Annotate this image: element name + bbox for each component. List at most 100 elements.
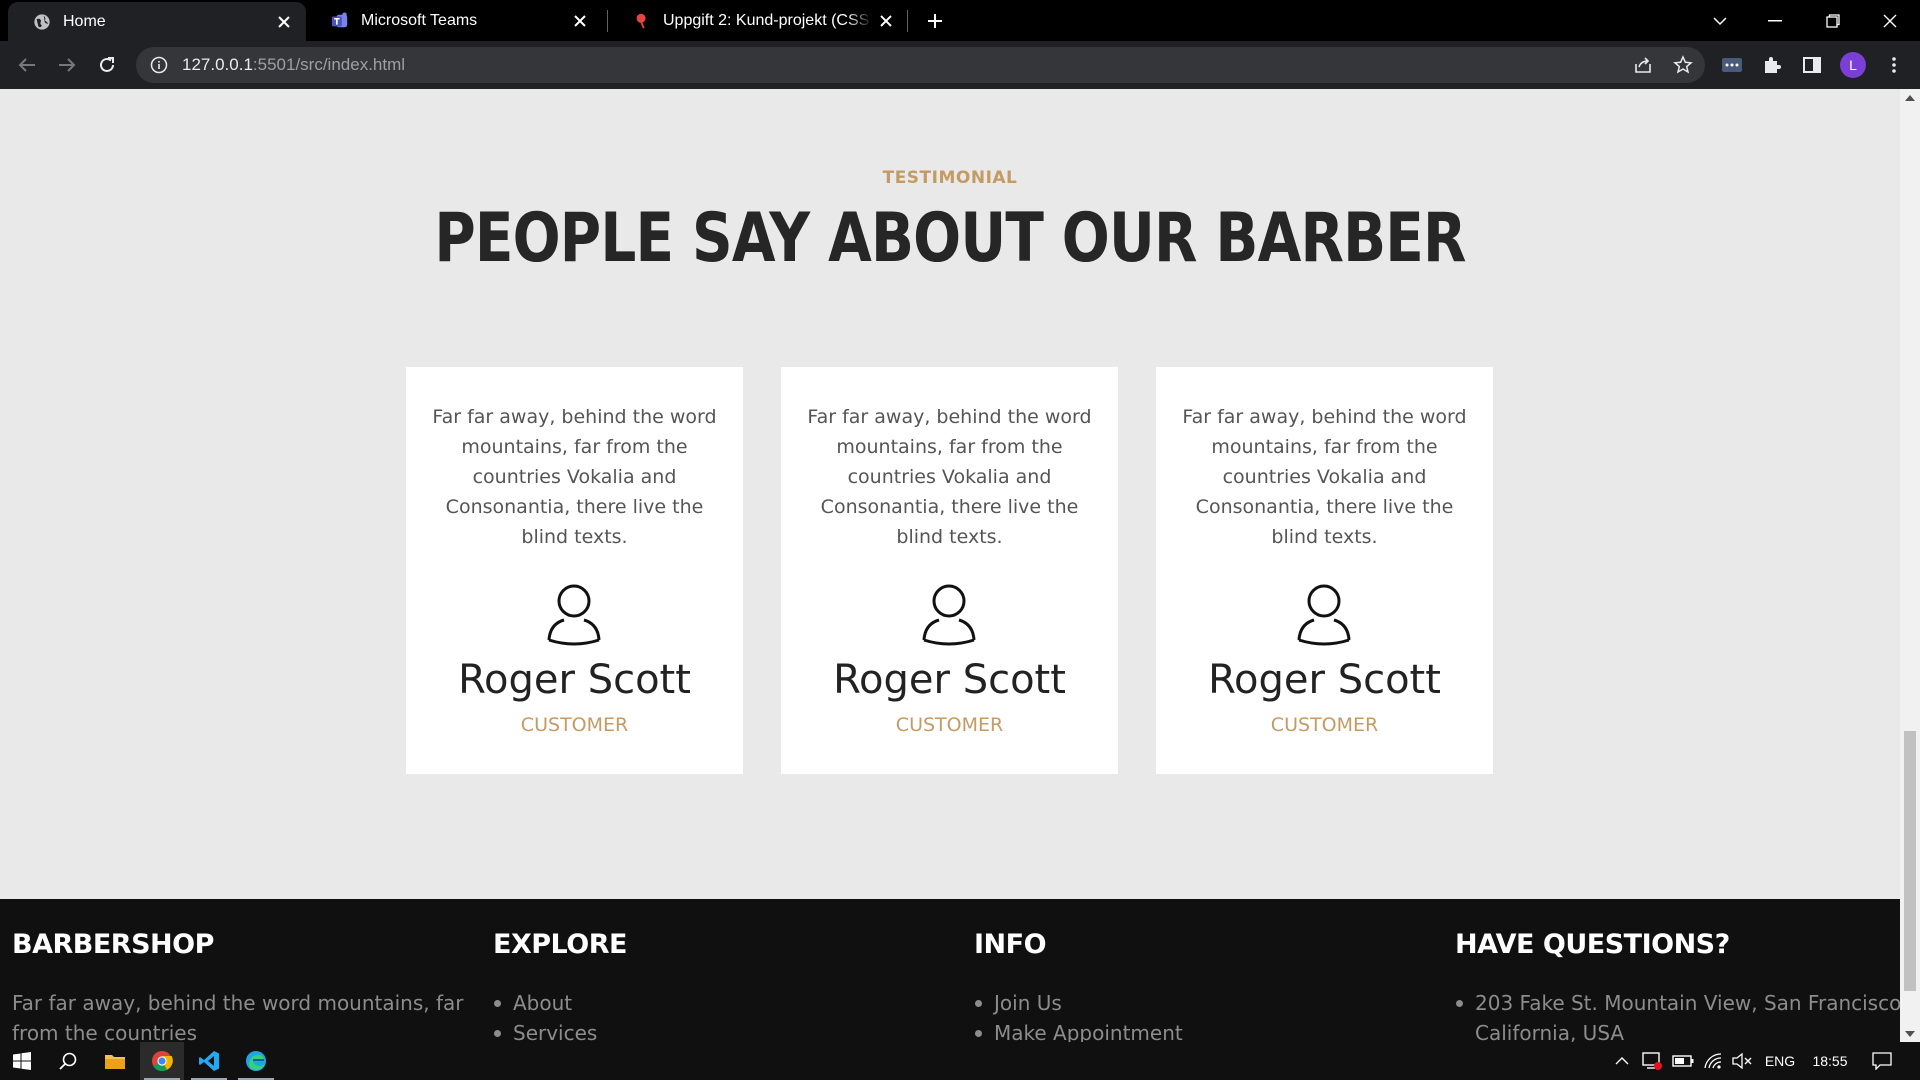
footer-link-about[interactable]: About	[493, 988, 953, 1018]
tab-home[interactable]: Home	[8, 2, 306, 41]
testimonial-card: Far far away, behind the word mountains,…	[406, 367, 743, 774]
star-icon	[1673, 55, 1693, 74]
wifi-icon	[1704, 1053, 1722, 1069]
security-alert-icon	[1642, 1052, 1662, 1070]
side-panel-icon	[1803, 57, 1821, 73]
chrome-taskbar-button[interactable]	[140, 1042, 184, 1080]
chrome-icon	[152, 1051, 173, 1072]
pin-icon	[636, 13, 646, 29]
notifications-button[interactable]	[1862, 1042, 1902, 1080]
edge-taskbar-button[interactable]	[234, 1042, 278, 1080]
footer-link-join-us[interactable]: Join Us	[974, 988, 1434, 1018]
url-path: :5501/src/index.html	[252, 55, 406, 74]
clock[interactable]: 18:55	[1805, 1042, 1855, 1080]
footer-explore-list: About Services	[493, 988, 953, 1042]
network-tray-button[interactable]	[1700, 1042, 1726, 1080]
show-hidden-icons-button[interactable]	[1609, 1042, 1635, 1080]
testimonial-role: CUSTOMER	[1270, 714, 1379, 736]
tab-title: Uppgift 2: Kund-projekt (CSS) | Fl	[663, 11, 872, 29]
vscode-icon	[199, 1051, 219, 1071]
footer-link-services[interactable]: Services	[493, 1018, 953, 1042]
footer-link-make-appointment[interactable]: Make Appointment	[974, 1018, 1434, 1042]
share-icon	[1635, 57, 1651, 73]
new-tab-button[interactable]	[920, 6, 950, 36]
arrow-left-icon	[18, 58, 35, 72]
plus-icon	[928, 14, 942, 28]
testimonial-quote: Far far away, behind the word mountains,…	[1182, 406, 1467, 548]
start-button[interactable]	[0, 1042, 44, 1080]
security-tray-button[interactable]	[1638, 1042, 1666, 1080]
section-heading: PEOPLE SAY ABOUT OUR BARBER	[434, 199, 1466, 278]
back-button[interactable]	[11, 49, 43, 81]
footer-heading: INFO	[974, 929, 1047, 960]
user-icon	[1297, 584, 1351, 646]
edge-icon	[246, 1051, 266, 1071]
action-center-icon	[1872, 1052, 1892, 1070]
scrollbar-thumb[interactable]	[1904, 731, 1916, 991]
testimonial-name: Roger Scott	[1208, 657, 1441, 703]
testimonial-name: Roger Scott	[833, 657, 1066, 703]
tab-separator	[907, 10, 908, 32]
close-tab-icon[interactable]	[270, 8, 298, 36]
info-icon[interactable]	[150, 56, 168, 74]
testimonial-quote: Far far away, behind the word mountains,…	[807, 406, 1092, 548]
testimonial-name: Roger Scott	[458, 657, 691, 703]
puzzle-icon	[1765, 57, 1781, 73]
arrow-right-icon	[59, 58, 76, 72]
menu-button[interactable]	[1880, 51, 1908, 79]
page-viewport: TESTIMONIAL PEOPLE SAY ABOUT OUR BARBER …	[0, 89, 1900, 1042]
bookmark-button[interactable]	[1669, 51, 1697, 79]
address-bar[interactable]: 127.0.0.1:5501/src/index.html	[136, 47, 1705, 83]
footer-info-list: Join Us Make Appointment	[974, 988, 1434, 1042]
footer-heading: HAVE QUESTIONS?	[1455, 929, 1730, 960]
tab-search-button[interactable]	[1690, 0, 1750, 41]
user-icon	[922, 584, 976, 646]
scroll-down-button[interactable]	[1900, 1025, 1920, 1042]
section-eyebrow: TESTIMONIAL	[882, 168, 1018, 188]
footer-contact-list: 203 Fake St. Mountain View, San Francisc…	[1455, 988, 1900, 1042]
language-indicator[interactable]: ENG	[1760, 1042, 1800, 1080]
testimonial-card: Far far away, behind the word mountains,…	[781, 367, 1118, 774]
site-footer: BARBERSHOP Far far away, behind the word…	[0, 899, 1900, 1042]
close-tab-icon[interactable]	[872, 7, 900, 35]
scroll-up-button[interactable]	[1900, 89, 1920, 106]
volume-muted-icon	[1732, 1053, 1752, 1069]
extension-button[interactable]	[1718, 51, 1746, 79]
footer-heading: EXPLORE	[493, 929, 627, 960]
battery-tray-button[interactable]	[1670, 1042, 1696, 1080]
search-icon	[59, 1052, 77, 1070]
reload-button[interactable]	[91, 49, 123, 81]
footer-about-text: Far far away, behind the word mountains,…	[12, 991, 464, 1042]
caret-up-icon	[1905, 94, 1915, 101]
testimonial-quote: Far far away, behind the word mountains,…	[432, 406, 717, 548]
browser-tab-bar: Home Microsoft Teams Uppgift 2: Kund-pro…	[0, 0, 1920, 41]
volume-tray-button[interactable]	[1728, 1042, 1756, 1080]
minimize-button[interactable]	[1745, 0, 1805, 41]
file-explorer-button[interactable]	[93, 1042, 137, 1080]
windows-taskbar: ENG 18:55	[0, 1042, 1920, 1080]
tab-title: Microsoft Teams	[361, 11, 478, 29]
extensions-button[interactable]	[1758, 51, 1786, 79]
restore-button[interactable]	[1803, 0, 1863, 41]
url-host: 127.0.0.1	[182, 55, 253, 74]
tab-microsoft-teams[interactable]: Microsoft Teams	[306, 0, 602, 41]
vscode-taskbar-button[interactable]	[187, 1042, 231, 1080]
extension-dots-icon	[1722, 58, 1742, 72]
browser-toolbar: 127.0.0.1:5501/src/index.html	[0, 41, 1920, 89]
close-window-button[interactable]	[1860, 0, 1920, 41]
search-button[interactable]	[46, 1042, 90, 1080]
profile-avatar[interactable]: L	[1840, 52, 1866, 78]
windows-logo-icon	[13, 1052, 31, 1070]
footer-heading: BARBERSHOP	[12, 929, 214, 960]
chevron-down-icon	[1713, 16, 1727, 25]
testimonial-card: Far far away, behind the word mountains,…	[1156, 367, 1493, 774]
footer-address: 203 Fake St. Mountain View, San Francisc…	[1455, 988, 1900, 1042]
forward-button[interactable]	[51, 49, 83, 81]
page-scrollbar[interactable]	[1900, 89, 1920, 1042]
testimonial-role: CUSTOMER	[520, 714, 629, 736]
reload-icon	[100, 57, 114, 72]
tab-uppgift[interactable]: Uppgift 2: Kund-projekt (CSS) | Fl	[608, 0, 908, 41]
side-panel-button[interactable]	[1798, 51, 1826, 79]
close-tab-icon[interactable]	[566, 7, 594, 35]
share-button[interactable]	[1629, 51, 1657, 79]
